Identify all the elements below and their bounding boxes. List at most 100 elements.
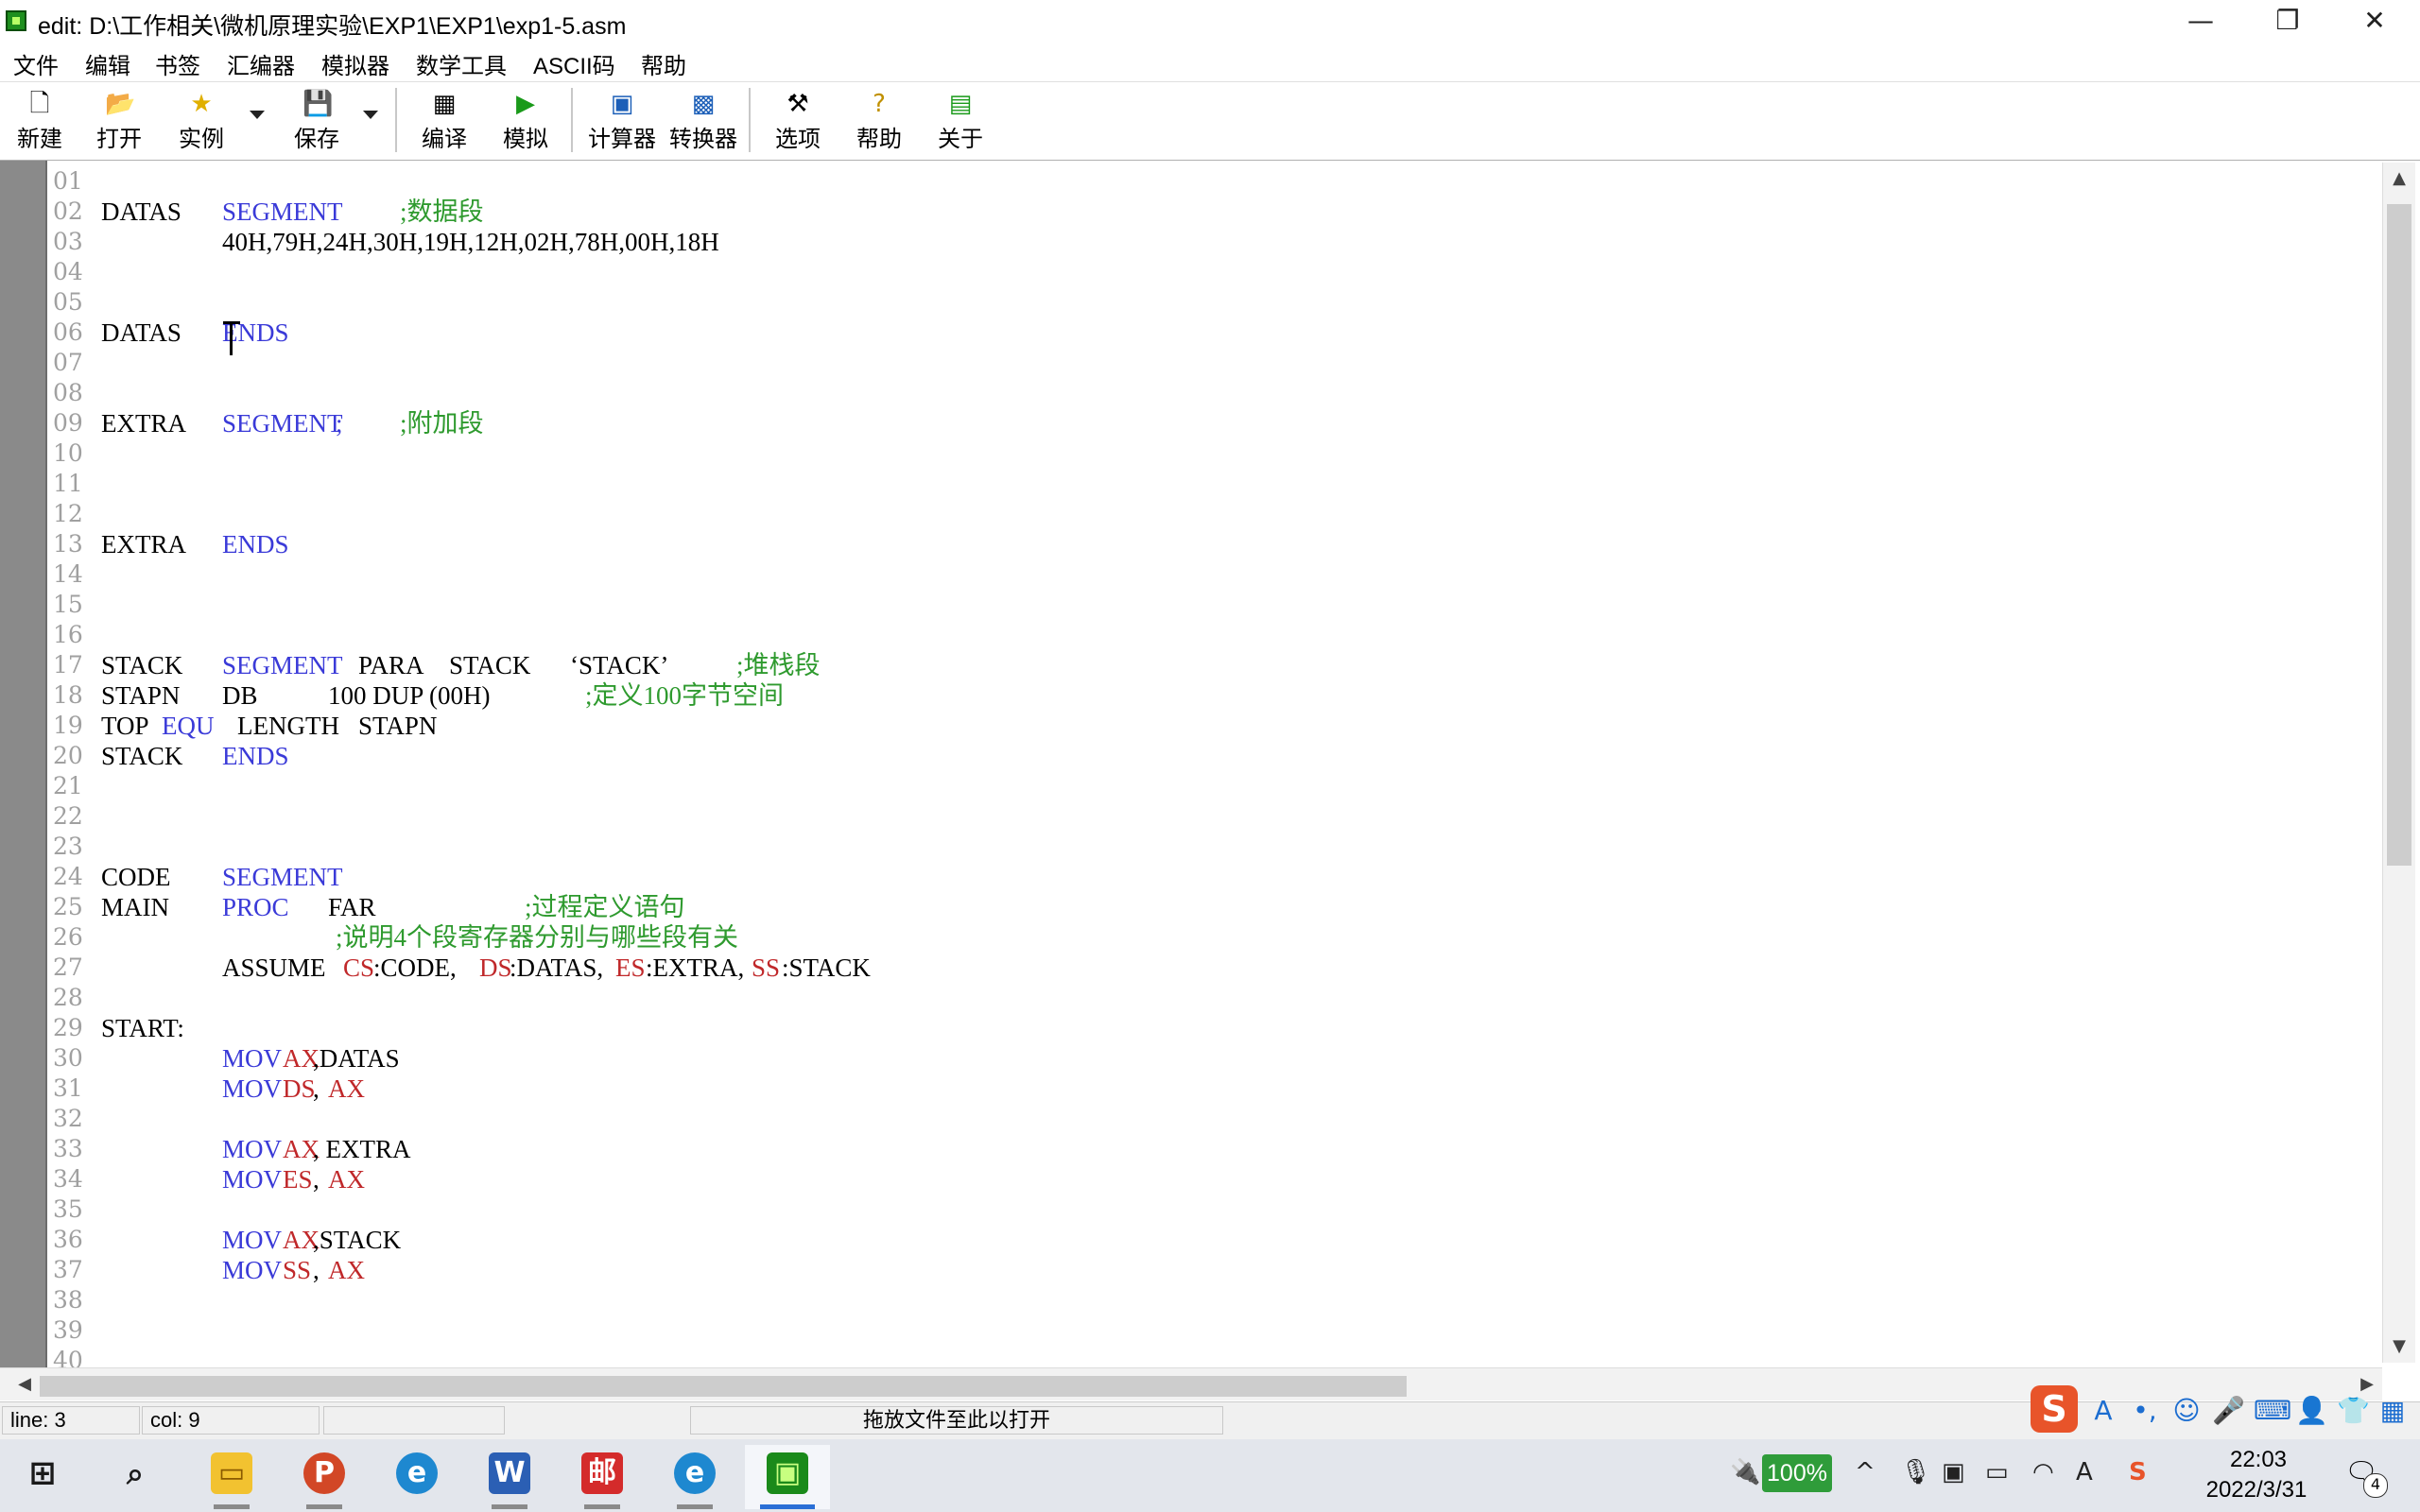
new-button[interactable]: 🗋 新建 bbox=[11, 82, 68, 158]
line-number: 20 bbox=[53, 742, 83, 769]
chevron-up-icon[interactable]: ^ bbox=[1855, 1458, 1876, 1486]
play-icon: ▶ bbox=[516, 90, 535, 118]
line-number: 02 bbox=[53, 198, 83, 225]
examples-button[interactable]: ★ 实例 bbox=[170, 82, 233, 158]
code-register: SS bbox=[752, 954, 781, 982]
ime-mode-icon[interactable]: A bbox=[2087, 1393, 2119, 1429]
code-label: EXTRA bbox=[101, 409, 186, 438]
menu-edit[interactable]: 编辑 bbox=[85, 47, 130, 80]
taskbar-edge[interactable]: e bbox=[374, 1445, 459, 1509]
scroll-left-arrow-icon[interactable]: ◀ bbox=[8, 1368, 42, 1400]
code-label: CODE bbox=[101, 863, 171, 891]
font-icon[interactable]: A bbox=[2076, 1458, 2093, 1486]
code-comment: ;数据段 bbox=[400, 198, 484, 226]
line-number: 22 bbox=[53, 802, 83, 830]
close-button[interactable]: ✕ bbox=[2331, 0, 2418, 43]
title-bar: edit: D:\工作相关\微机原理实验\EXP1\EXP1\exp1-5.as… bbox=[0, 0, 2420, 43]
plug-icon[interactable]: 🔌 bbox=[1730, 1458, 1760, 1486]
menu-bookmarks[interactable]: 书签 bbox=[155, 47, 200, 80]
ime-skin-icon[interactable]: 👕 bbox=[2337, 1393, 2370, 1429]
menu-file[interactable]: 文件 bbox=[13, 47, 59, 80]
code-line-02: DATAS SEGMENT ;数据段 bbox=[101, 197, 2370, 227]
ibeam-mouse-cursor bbox=[223, 321, 240, 355]
toolbar-separator bbox=[749, 88, 751, 152]
code-operand: , bbox=[313, 1165, 320, 1194]
line-number: 03 bbox=[53, 228, 83, 255]
display-icon[interactable]: ▣ bbox=[1942, 1458, 1965, 1486]
menu-help[interactable]: 帮助 bbox=[641, 47, 686, 80]
start-button[interactable]: ⊞ bbox=[0, 1445, 85, 1509]
line-number: 19 bbox=[53, 712, 83, 739]
help-button[interactable]: ? 帮助 bbox=[849, 82, 909, 158]
menu-emulator[interactable]: 模拟器 bbox=[321, 47, 389, 80]
save-button[interactable]: 💾 保存 bbox=[285, 82, 348, 158]
taskbar-powerpoint[interactable]: P bbox=[282, 1445, 367, 1509]
red-app-icon: 邮 bbox=[581, 1452, 623, 1494]
code-keyword: SEGMENT bbox=[222, 863, 343, 891]
ime-keyboard-icon[interactable]: ⌨ bbox=[2254, 1393, 2291, 1429]
editor-gutter bbox=[0, 161, 47, 1367]
open-button[interactable]: 📂 打开 bbox=[91, 82, 147, 158]
menu-assembler[interactable]: 汇编器 bbox=[227, 47, 295, 80]
taskbar-word[interactable]: W bbox=[467, 1445, 552, 1509]
compile-icon: ▦ bbox=[432, 90, 457, 118]
save-dropdown-arrow[interactable] bbox=[363, 111, 378, 119]
vertical-scrollbar[interactable]: ▲ ▼ bbox=[2382, 163, 2415, 1363]
code-register: AX bbox=[328, 1074, 365, 1103]
code-keyword: SEGMENT bbox=[222, 409, 343, 438]
line-number: 25 bbox=[53, 893, 83, 920]
clock-date[interactable]: 2022/3/31 bbox=[2186, 1477, 2327, 1503]
battery-icon[interactable]: ▭ bbox=[1985, 1458, 2009, 1486]
converter-button[interactable]: ▩ 转换器 bbox=[666, 82, 741, 158]
code-line-24: CODE SEGMENT bbox=[101, 862, 2370, 892]
scroll-down-arrow-icon[interactable]: ▼ bbox=[2383, 1331, 2415, 1363]
line-number: 07 bbox=[53, 349, 83, 376]
menu-math[interactable]: 数学工具 bbox=[416, 47, 507, 80]
minimize-button[interactable]: — bbox=[2157, 0, 2244, 43]
ime-toolbox-icon[interactable]: ▦ bbox=[2377, 1393, 2409, 1429]
clock-time[interactable]: 22:03 bbox=[2197, 1447, 2320, 1473]
powerpoint-icon: P bbox=[303, 1452, 345, 1494]
ime-punctuation-icon[interactable]: •, bbox=[2129, 1393, 2161, 1429]
code-keyword: PROC bbox=[222, 893, 289, 921]
taskbar-app-red[interactable]: 邮 bbox=[560, 1445, 645, 1509]
horizontal-scroll-thumb[interactable] bbox=[40, 1376, 1407, 1397]
wifi-icon[interactable]: ◠ bbox=[2032, 1458, 2054, 1486]
taskbar-file-explorer[interactable]: ▭ bbox=[189, 1445, 274, 1509]
code-editor[interactable]: 01 02 03 04 05 06 07 08 09 10 11 12 13 14 15 16 17 18 19 20… bbox=[0, 161, 2420, 1400]
code-text[interactable]: DATAS SEGMENT ;数据段 40H,79H,24H,30H,19H,12H… bbox=[101, 166, 2370, 1376]
restore-button[interactable]: ❐ bbox=[2244, 0, 2331, 43]
options-button[interactable]: ⚒ 选项 bbox=[768, 82, 828, 158]
code-keyword: MOV bbox=[222, 1074, 283, 1103]
scroll-up-arrow-icon[interactable]: ▲ bbox=[2383, 163, 2415, 195]
code-operand: , bbox=[313, 1256, 320, 1284]
about-button[interactable]: ▤ 关于 bbox=[930, 82, 991, 158]
taskbar-emu8086[interactable]: ▣ bbox=[745, 1445, 830, 1509]
taskbar-edge-2[interactable]: e bbox=[652, 1445, 737, 1509]
emulate-button[interactable]: ▶ 模拟 bbox=[495, 82, 556, 158]
star-icon: ★ bbox=[190, 90, 213, 118]
sogou-ime-icon[interactable]: S bbox=[2031, 1385, 2078, 1433]
ime-emoji-icon[interactable]: ☺ bbox=[2170, 1393, 2203, 1429]
sogou-tray-icon[interactable]: S bbox=[2129, 1458, 2147, 1486]
vertical-scroll-thumb[interactable] bbox=[2387, 204, 2411, 866]
ime-voice-icon[interactable]: 🎤 bbox=[2212, 1393, 2245, 1429]
code-line-20: STACK ENDS bbox=[101, 741, 2370, 771]
horizontal-scrollbar[interactable]: ◀ ▶ bbox=[0, 1367, 2382, 1400]
ime-user-icon[interactable]: 👤 bbox=[2295, 1393, 2328, 1429]
search-button[interactable]: ⌕ bbox=[93, 1445, 178, 1509]
code-operand: STACK bbox=[449, 651, 531, 679]
code-comment: ;附加段 bbox=[400, 409, 484, 438]
examples-dropdown-arrow[interactable] bbox=[250, 111, 265, 119]
code-operand: , bbox=[313, 1074, 320, 1103]
compile-button[interactable]: ▦ 编译 bbox=[414, 82, 475, 158]
code-label: STACK bbox=[101, 742, 183, 770]
calculator-button[interactable]: ▣ 计算器 bbox=[584, 82, 660, 158]
battery-percentage[interactable]: 100% bbox=[1762, 1454, 1832, 1492]
microphone-icon[interactable]: 🎙 bbox=[1900, 1458, 1931, 1486]
menu-ascii[interactable]: ASCII码 bbox=[533, 47, 615, 80]
line-number: 37 bbox=[53, 1256, 83, 1283]
